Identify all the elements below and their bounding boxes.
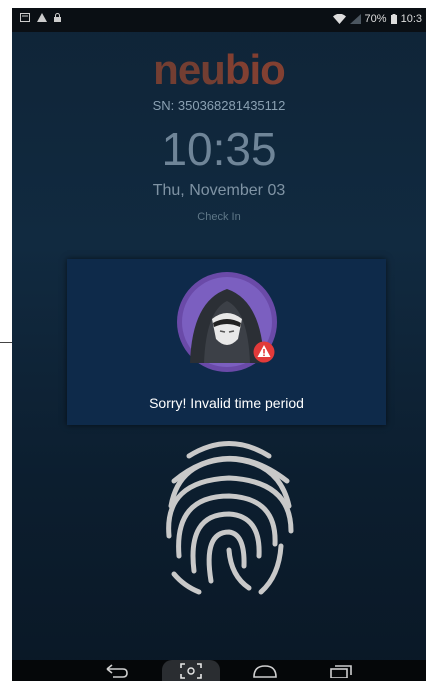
navigation-bar [12, 660, 426, 681]
scan-icon [180, 662, 202, 679]
home-button[interactable] [248, 660, 282, 681]
left-margin [0, 0, 12, 681]
status-right-icons: 70% 10:3 [332, 13, 422, 25]
message-icon [20, 13, 30, 22]
signal-icon [349, 14, 361, 24]
status-bar: 70% 10:3 [12, 8, 426, 32]
recents-button[interactable] [324, 660, 358, 681]
status-left-icons [20, 13, 61, 22]
battery-percent: 70% [364, 13, 387, 25]
wifi-icon [332, 14, 346, 24]
attendance-mode[interactable]: Check In [12, 211, 426, 223]
recents-icon [330, 664, 352, 678]
logo-part-neu: neu [153, 46, 226, 93]
alert-badge-icon [253, 341, 275, 363]
home-icon [253, 664, 277, 678]
right-margin [426, 0, 431, 681]
warning-icon [37, 13, 47, 22]
serial-number: SN: 350368281435112 [152, 98, 286, 113]
status-time: 10:3 [400, 13, 422, 25]
error-dialog: Sorry! Invalid time period [67, 259, 386, 425]
scan-button[interactable] [162, 660, 220, 681]
clock-date: Thu, November 03 [152, 182, 286, 199]
fingerprint-icon[interactable] [149, 426, 309, 596]
lock-icon [54, 13, 61, 22]
logo-part-bio: bio [224, 46, 286, 93]
battery-icon [390, 14, 397, 24]
back-button[interactable] [100, 660, 134, 681]
back-icon [106, 663, 128, 678]
device-screen: 70% 10:3 neubio SN: 350368281435112 10:3… [12, 8, 426, 681]
clock-time: 10:35 [161, 123, 277, 175]
brand-logo: neubio [12, 46, 426, 94]
error-message: Sorry! Invalid time period [149, 395, 304, 411]
